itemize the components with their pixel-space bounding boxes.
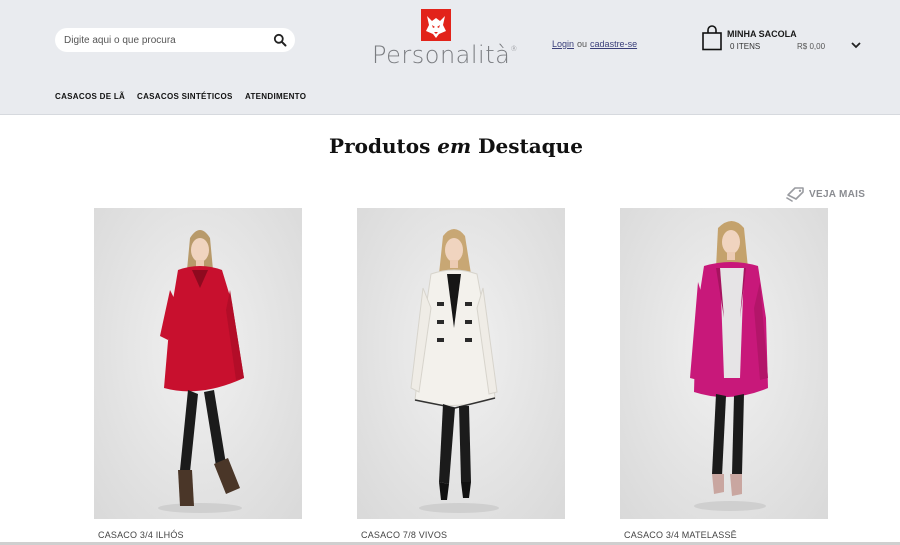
- nav-item-casacos-sinteticos[interactable]: CASACOS SINTÉTICOS: [137, 92, 233, 101]
- logo-wordmark: Personalità®: [372, 41, 518, 69]
- search-input[interactable]: [55, 28, 265, 52]
- product-photo-model: [158, 230, 244, 513]
- product-name[interactable]: CASACO 3/4 MATELASSÊ: [624, 530, 737, 540]
- product-card[interactable]: CASACO 3/4 ILHÓS: [94, 208, 302, 540]
- product-name[interactable]: CASACO 3/4 ILHÓS: [98, 530, 184, 540]
- see-more-label: VEJA MAIS: [809, 189, 866, 200]
- bag-total: R$ 0,00: [797, 42, 826, 51]
- bag-item-count: 0 ITENS: [730, 42, 761, 51]
- nav-item-casacos-de-la[interactable]: CASACOS DE LÃ: [55, 92, 125, 101]
- signup-link[interactable]: cadastre-se: [590, 39, 637, 49]
- section-title-part-2: Destaque: [478, 134, 583, 158]
- product-photo-model: [690, 221, 768, 511]
- fox-logo-icon: [421, 9, 451, 41]
- product-image[interactable]: [357, 208, 565, 519]
- product-image[interactable]: [620, 208, 828, 519]
- shopping-bag[interactable]: MINHA SACOLA 0 ITENS R$ 0,00: [700, 24, 870, 56]
- search-box: [55, 28, 295, 52]
- auth-separator: ou: [577, 39, 588, 49]
- product-card[interactable]: CASACO 7/8 VIVOS: [357, 208, 565, 540]
- section-title-emphasis: em: [437, 134, 472, 158]
- product-name[interactable]: CASACO 7/8 VIVOS: [361, 530, 447, 540]
- login-link[interactable]: Login: [552, 39, 574, 49]
- search-icon[interactable]: [273, 33, 287, 47]
- product-image[interactable]: [94, 208, 302, 519]
- product-photo-model: [410, 229, 499, 513]
- tag-icon: [786, 187, 804, 202]
- nav-item-atendimento[interactable]: ATENDIMENTO: [245, 92, 306, 101]
- bag-title: MINHA SACOLA: [727, 29, 797, 39]
- site-header: Personalità® Loginoucadastre-se MINHA SA…: [0, 0, 900, 115]
- auth-links: Login ou cadastre-se: [552, 39, 637, 49]
- shopping-bag-icon: [702, 25, 722, 51]
- site-logo[interactable]: Personalità®: [372, 9, 518, 71]
- product-card[interactable]: CASACO 3/4 MATELASSÊ: [620, 208, 828, 540]
- section-title-part-1: Produtos: [329, 134, 431, 158]
- section-title: Produtos em Destaque: [0, 134, 900, 158]
- chevron-down-icon[interactable]: [851, 41, 861, 49]
